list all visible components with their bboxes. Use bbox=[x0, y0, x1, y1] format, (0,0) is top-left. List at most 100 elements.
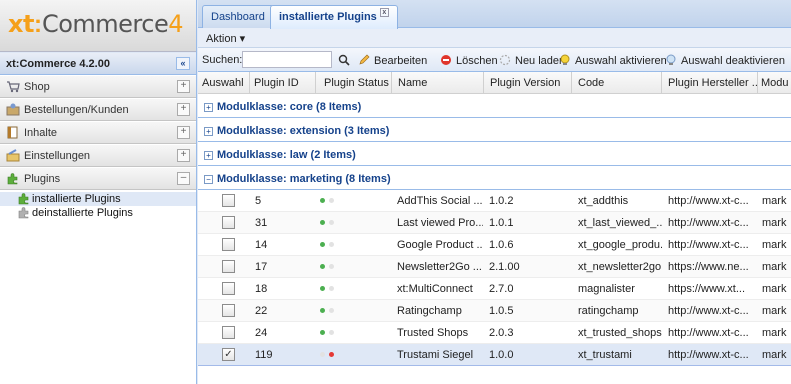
cell-name: Last viewed Pro... bbox=[397, 217, 483, 229]
status-inactive-dot bbox=[329, 220, 334, 225]
row-select-checkbox[interactable] bbox=[222, 282, 235, 295]
row-select-checkbox[interactable]: ✓ bbox=[222, 348, 235, 361]
group-extension[interactable]: + Modulklasse: extension (3 Items) bbox=[198, 118, 791, 142]
status-active-dot bbox=[320, 308, 325, 313]
status-active-dot bbox=[329, 352, 334, 357]
tree-item-uninstalled-plugins[interactable]: deinstallierte Plugins bbox=[0, 206, 196, 220]
expand-toggle[interactable]: + bbox=[177, 126, 190, 139]
cell-module: mark bbox=[762, 195, 787, 207]
cell-vendor: http://www.xt-c... bbox=[668, 195, 749, 207]
status-inactive-dot bbox=[329, 286, 334, 291]
action-menu[interactable]: Aktion ▾ bbox=[206, 33, 245, 45]
action-menu-bar: Aktion ▾ bbox=[198, 28, 791, 48]
cell-module: mark bbox=[762, 349, 787, 361]
status-inactive-dot bbox=[329, 308, 334, 313]
expand-toggle[interactable]: + bbox=[177, 103, 190, 116]
cell-vendor: http://www.xt-c... bbox=[668, 217, 749, 229]
cell-plugin-id: 17 bbox=[255, 261, 268, 273]
column-header-name[interactable]: Name bbox=[392, 72, 484, 94]
status-active-dot bbox=[320, 242, 325, 247]
sidebar-item-orders[interactable]: Bestellungen/Kunden + bbox=[0, 98, 196, 121]
column-header-plugin-id[interactable]: Plugin ID bbox=[250, 72, 316, 94]
collapse-sidebar-button[interactable]: « bbox=[176, 57, 190, 70]
sidebar-item-settings[interactable]: Einstellungen + bbox=[0, 144, 196, 167]
cell-plugin-id: 14 bbox=[255, 239, 268, 251]
version-label: xt:Commerce 4.2.00 bbox=[6, 58, 110, 70]
group-core[interactable]: + Modulklasse: core (8 Items) bbox=[198, 94, 791, 118]
plugin-icon bbox=[7, 173, 18, 185]
cell-name: Trustami Siegel bbox=[397, 349, 474, 361]
row-select-checkbox[interactable] bbox=[222, 326, 235, 339]
tab-bar: Dashboard installierte Plugins x bbox=[198, 0, 791, 29]
collapse-group-icon[interactable]: − bbox=[204, 175, 213, 184]
cell-name: Newsletter2Go ... bbox=[397, 261, 482, 273]
sidebar-item-plugins[interactable]: Plugins – bbox=[0, 167, 196, 190]
table-row[interactable]: ✓ 119 Trustami Siegel 1.0.0 xt_trustami http:… bbox=[198, 344, 791, 366]
column-header-module[interactable]: Modu bbox=[758, 72, 791, 94]
column-header-select[interactable]: Auswahl bbox=[198, 72, 250, 94]
close-tab-icon[interactable]: x bbox=[379, 8, 389, 17]
lightbulb-on-icon bbox=[560, 54, 570, 65]
cell-code: xt_trustami bbox=[578, 349, 632, 361]
status-active-dot bbox=[320, 264, 325, 269]
table-row[interactable]: 5 AddThis Social ... 1.0.2 xt_addthis http:/… bbox=[198, 190, 791, 212]
table-row[interactable]: 31 Last viewed Pro... 1.0.1 xt_last_viewed_… bbox=[198, 212, 791, 234]
search-button[interactable] bbox=[338, 54, 354, 67]
cell-code: xt_last_viewed_... bbox=[578, 217, 662, 229]
grid-toolbar: Suchen: Bearbeiten Löschen Neu laden Aus… bbox=[198, 48, 791, 72]
row-select-checkbox[interactable] bbox=[222, 304, 235, 317]
sidebar-item-label: Bestellungen/Kunden bbox=[24, 104, 129, 116]
expand-toggle[interactable]: + bbox=[177, 80, 190, 93]
column-header-code[interactable]: Code bbox=[572, 72, 662, 94]
row-select-checkbox[interactable] bbox=[222, 194, 235, 207]
pencil-icon bbox=[359, 54, 370, 65]
tab-installed-plugins[interactable]: installierte Plugins x bbox=[270, 5, 398, 29]
lightbulb-off-icon bbox=[666, 54, 676, 65]
sidebar-item-shop[interactable]: Shop + bbox=[0, 75, 196, 98]
cell-module: mark bbox=[762, 217, 787, 229]
column-header-plugin-version[interactable]: Plugin Version bbox=[484, 72, 572, 94]
status-active-dot bbox=[320, 220, 325, 225]
status-active-dot bbox=[320, 198, 325, 203]
edit-button[interactable]: Bearbeiten bbox=[358, 54, 427, 67]
grid-body: + Modulklasse: core (8 Items) + Modulklass… bbox=[198, 94, 791, 366]
deactivate-selection-button[interactable]: Auswahl deaktivieren bbox=[665, 54, 785, 67]
expand-toggle[interactable]: + bbox=[177, 149, 190, 162]
cell-vendor: http://www.xt-c... bbox=[668, 239, 749, 251]
table-row[interactable]: 18 xt:MultiConnect 2.7.0 magnalister https:/… bbox=[198, 278, 791, 300]
cell-code: magnalister bbox=[578, 283, 635, 295]
tab-dashboard[interactable]: Dashboard bbox=[202, 5, 274, 28]
table-row[interactable]: 17 Newsletter2Go ... 2.1.00 xt_newsletter2g… bbox=[198, 256, 791, 278]
table-row[interactable]: 14 Google Product ... 1.0.6 xt_google_produ… bbox=[198, 234, 791, 256]
status-inactive-dot bbox=[329, 264, 334, 269]
sidebar-item-content[interactable]: Inhalte + bbox=[0, 121, 196, 144]
column-header-plugin-status[interactable]: Plugin Status bbox=[316, 72, 392, 94]
search-input[interactable] bbox=[242, 51, 332, 68]
marketing-rows: 5 AddThis Social ... 1.0.2 xt_addthis http:/… bbox=[198, 190, 791, 366]
cell-name: Trusted Shops bbox=[397, 327, 469, 339]
expand-group-icon[interactable]: + bbox=[204, 151, 213, 160]
cell-module: mark bbox=[762, 239, 787, 251]
collapse-toggle[interactable]: – bbox=[177, 172, 190, 185]
table-row[interactable]: 22 Ratingchamp 1.0.5 ratingchamp http://www.… bbox=[198, 300, 791, 322]
logo-commerce: Commerce bbox=[41, 10, 169, 38]
cell-name: Ratingchamp bbox=[397, 305, 462, 317]
expand-group-icon[interactable]: + bbox=[204, 127, 213, 136]
cell-vendor: https://www.xt... bbox=[668, 283, 746, 295]
cell-name: xt:MultiConnect bbox=[397, 283, 473, 295]
column-header-vendor[interactable]: Plugin Hersteller ... bbox=[662, 72, 758, 94]
row-select-checkbox[interactable] bbox=[222, 216, 235, 229]
row-select-checkbox[interactable] bbox=[222, 260, 235, 273]
table-row[interactable]: 24 Trusted Shops 2.0.3 xt_trusted_shops http… bbox=[198, 322, 791, 344]
expand-group-icon[interactable]: + bbox=[204, 103, 213, 112]
tree-item-installed-plugins[interactable]: installierte Plugins bbox=[0, 192, 196, 206]
row-select-checkbox[interactable] bbox=[222, 238, 235, 251]
search-label: Suchen: bbox=[202, 54, 243, 66]
cart-icon bbox=[7, 81, 20, 93]
group-marketing[interactable]: − Modulklasse: marketing (8 Items) bbox=[198, 166, 791, 190]
reload-button[interactable]: Neu laden bbox=[499, 54, 565, 67]
activate-selection-button[interactable]: Auswahl aktivieren bbox=[559, 54, 667, 67]
group-law[interactable]: + Modulklasse: law (2 Items) bbox=[198, 142, 791, 166]
edit-label: Bearbeiten bbox=[374, 55, 428, 67]
delete-button[interactable]: Löschen bbox=[440, 54, 498, 67]
